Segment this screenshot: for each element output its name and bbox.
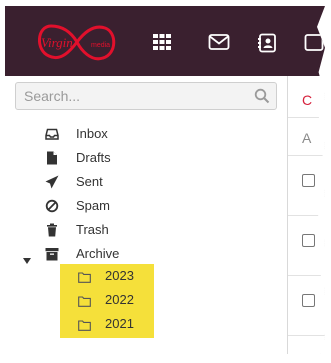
search-box	[15, 82, 277, 110]
folder-sidebar: Inbox Drafts Sent	[5, 76, 287, 354]
message-checkbox[interactable]	[302, 294, 315, 307]
search-input[interactable]	[16, 83, 248, 109]
mail-icon[interactable]	[208, 33, 230, 51]
folder-label: Spam	[76, 198, 110, 213]
message-row[interactable]	[288, 276, 325, 336]
archive-subfolders: 2023 2022 2021	[60, 264, 154, 338]
message-row[interactable]	[288, 216, 325, 276]
list-header: A	[288, 118, 325, 156]
list-header-text: A	[302, 130, 312, 146]
folder-item-sent[interactable]: Sent	[5, 170, 287, 194]
message-checkbox[interactable]	[302, 234, 315, 247]
subfolder-item-2022[interactable]: 2022	[60, 288, 154, 312]
sent-icon	[45, 175, 59, 189]
svg-text:media: media	[91, 42, 110, 49]
drafts-icon	[45, 151, 59, 165]
subfolder-item-2021[interactable]: 2021	[60, 312, 154, 336]
message-toolbar: C	[288, 76, 325, 118]
contacts-icon[interactable]	[257, 33, 279, 53]
subfolder-label: 2022	[105, 292, 134, 307]
folder-label: Drafts	[76, 150, 111, 165]
top-bar: Virgin media	[5, 6, 325, 76]
folder-item-spam[interactable]: Spam	[5, 194, 287, 218]
toolbar-text[interactable]: C	[302, 92, 312, 108]
virgin-media-logo[interactable]: Virgin media	[31, 20, 119, 66]
message-checkbox[interactable]	[302, 174, 315, 187]
folder-label: Sent	[76, 174, 103, 189]
folder-item-drafts[interactable]: Drafts	[5, 146, 287, 170]
folder-list: Inbox Drafts Sent Spam Trash Archive	[5, 122, 287, 266]
folder-label: Archive	[76, 246, 120, 261]
folder-icon	[78, 270, 91, 283]
trash-icon	[45, 223, 59, 237]
subfolder-label: 2021	[105, 316, 134, 331]
archive-icon	[45, 247, 59, 261]
subfolder-item-2023[interactable]: 2023	[60, 264, 154, 288]
inbox-icon	[45, 127, 59, 141]
folder-item-trash[interactable]: Trash	[5, 218, 287, 242]
subfolder-label: 2023	[105, 268, 134, 283]
caret-down-icon[interactable]	[23, 251, 31, 264]
calendar-icon[interactable]	[304, 33, 325, 51]
apps-grid-icon[interactable]	[152, 33, 174, 51]
message-list: C A	[288, 76, 325, 354]
folder-icon	[78, 318, 91, 331]
folder-label: Trash	[76, 222, 109, 237]
spam-icon	[45, 199, 59, 213]
search-icon[interactable]	[254, 88, 270, 104]
folder-label: Inbox	[76, 126, 108, 141]
app-window: Virgin media Search... Inbox Drafts Sent…	[5, 6, 325, 354]
svg-text:Virgin: Virgin	[41, 35, 73, 50]
message-row[interactable]	[288, 156, 325, 216]
folder-icon	[78, 294, 91, 307]
folder-item-archive[interactable]: Archive	[5, 242, 287, 266]
folder-item-inbox[interactable]: Inbox	[5, 122, 287, 146]
